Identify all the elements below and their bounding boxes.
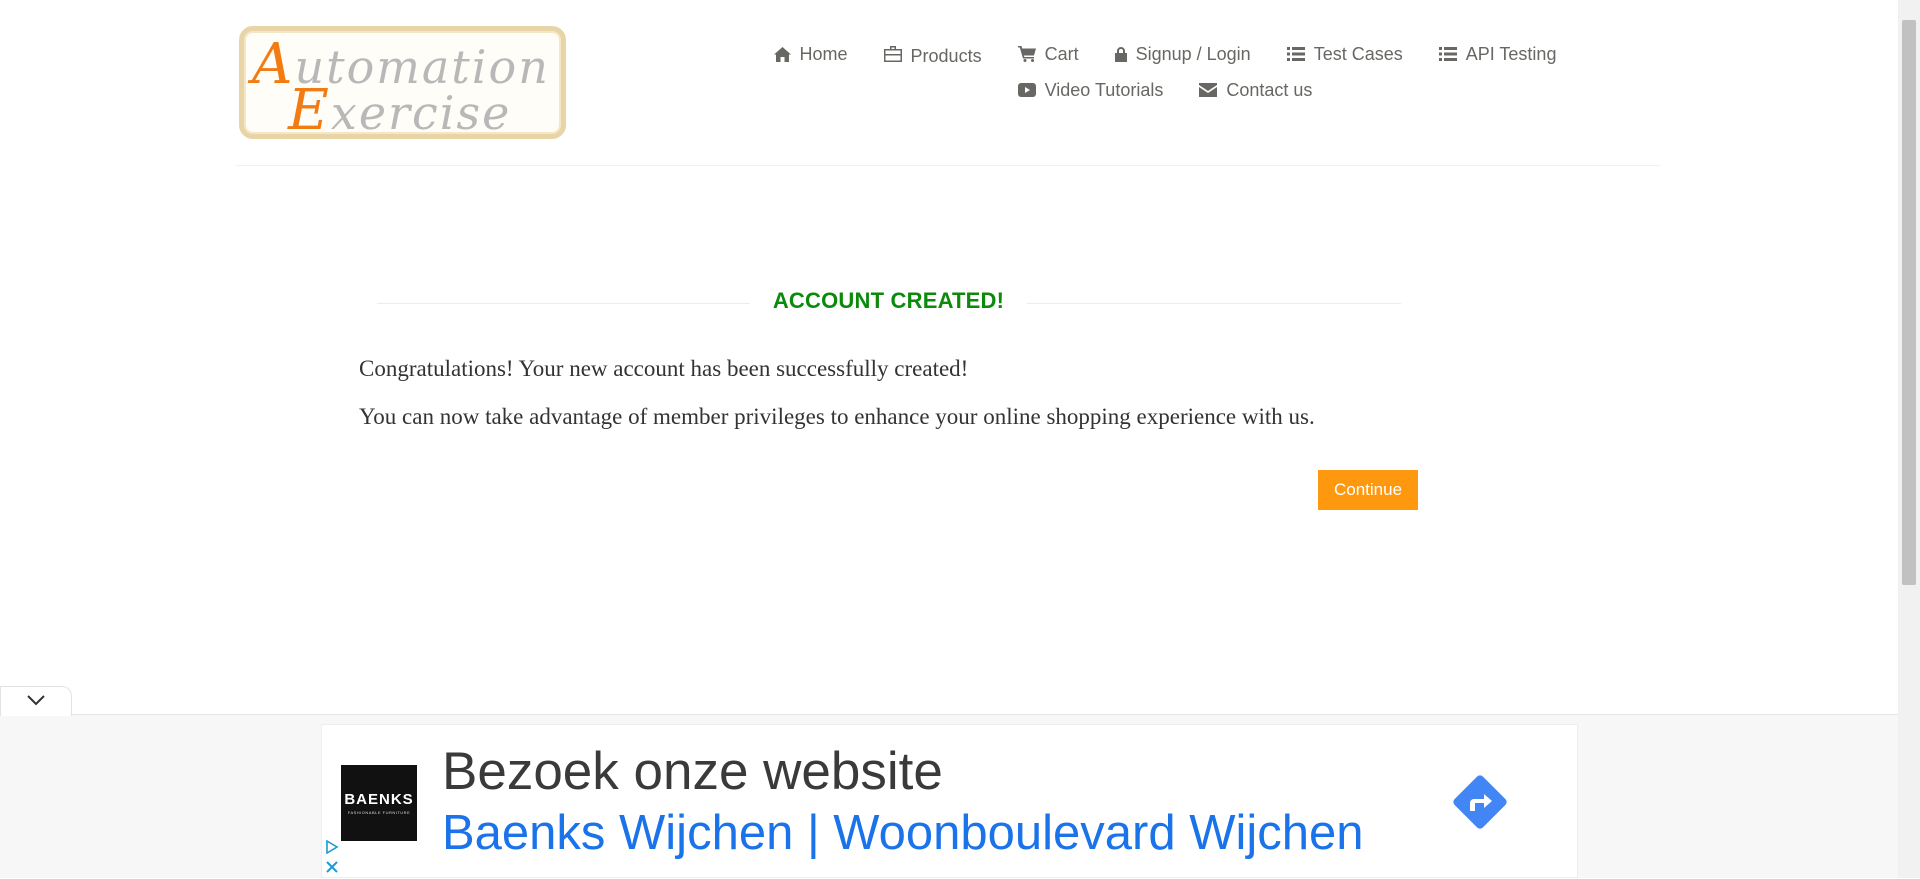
account-created-heading: ACCOUNT CREATED!	[377, 286, 1401, 318]
envelope-icon	[1199, 83, 1218, 97]
nav-api-testing-label: API Testing	[1465, 43, 1557, 64]
privileges-message: You can now take advantage of member pri…	[359, 404, 1315, 429]
title-rule-right	[1027, 303, 1401, 304]
nav-products-label: Products	[910, 45, 982, 66]
header-divider	[236, 165, 1660, 166]
nav-products[interactable]: Products	[866, 42, 1000, 67]
chevron-down-icon	[26, 693, 46, 711]
cart-icon	[1017, 46, 1036, 62]
nav-video-tutorials[interactable]: Video Tutorials	[1000, 80, 1182, 101]
briefcase-icon	[883, 46, 902, 62]
nav-home-label: Home	[799, 43, 848, 64]
ad-headline: Bezoek onze website	[442, 742, 943, 801]
youtube-icon	[1017, 83, 1036, 97]
continue-button[interactable]: Continue	[1318, 470, 1418, 510]
title-rule-left	[377, 303, 750, 304]
nav-contact-us[interactable]: Contact us	[1181, 80, 1330, 101]
logo-line-exercise: Exercise	[288, 78, 512, 143]
close-icon[interactable]	[325, 860, 339, 879]
nav-signup-login[interactable]: Signup / Login	[1097, 44, 1269, 65]
nav-signup-login-label: Signup / Login	[1135, 43, 1251, 64]
ad-subline[interactable]: Baenks Wijchen | Woonboulevard Wijchen	[442, 805, 1364, 861]
scrollbar-thumb[interactable]	[1902, 20, 1916, 585]
page-title: ACCOUNT CREATED!	[772, 288, 1005, 313]
nav-test-cases-label: Test Cases	[1313, 43, 1403, 64]
home-icon	[773, 46, 791, 62]
ad-brand-tagline: FASHIONABLE FURNITURE	[347, 810, 411, 815]
ad-brand-name: BAENKS	[344, 791, 414, 808]
nav-api-testing[interactable]: API Testing	[1421, 44, 1575, 65]
nav-row-2: Video Tutorials Contact us	[720, 72, 1610, 108]
nav-row-1: Home Products Cart Signup / Login Test C…	[720, 36, 1610, 72]
ad-choices[interactable]	[323, 838, 341, 878]
list-icon	[1438, 47, 1457, 61]
nav-video-tutorials-label: Video Tutorials	[1044, 79, 1164, 100]
nav-test-cases[interactable]: Test Cases	[1269, 44, 1421, 65]
ad-brand-logo: BAENKS FASHIONABLE FURNITURE	[341, 765, 417, 841]
lock-icon	[1114, 46, 1127, 62]
ad-banner[interactable]: BAENKS FASHIONABLE FURNITURE Bezoek onze…	[321, 724, 1578, 878]
nav-cart-label: Cart	[1044, 43, 1079, 64]
nav-home[interactable]: Home	[756, 44, 866, 65]
directions-arrow-icon[interactable]	[1447, 769, 1513, 835]
nav-cart[interactable]: Cart	[1000, 44, 1097, 65]
site-header: Automation Exercise Home Products Cart S…	[0, 0, 1898, 167]
adchoices-play-icon[interactable]	[325, 839, 339, 859]
congratulations-message: Congratulations! Your new account has be…	[359, 356, 969, 381]
nav-contact-us-label: Contact us	[1226, 79, 1313, 100]
main-nav: Home Products Cart Signup / Login Test C…	[720, 36, 1610, 108]
ad-collapse-toggle[interactable]	[0, 686, 72, 716]
site-logo[interactable]: Automation Exercise	[239, 26, 566, 139]
vertical-scrollbar[interactable]	[1898, 0, 1920, 878]
list-icon	[1286, 47, 1305, 61]
